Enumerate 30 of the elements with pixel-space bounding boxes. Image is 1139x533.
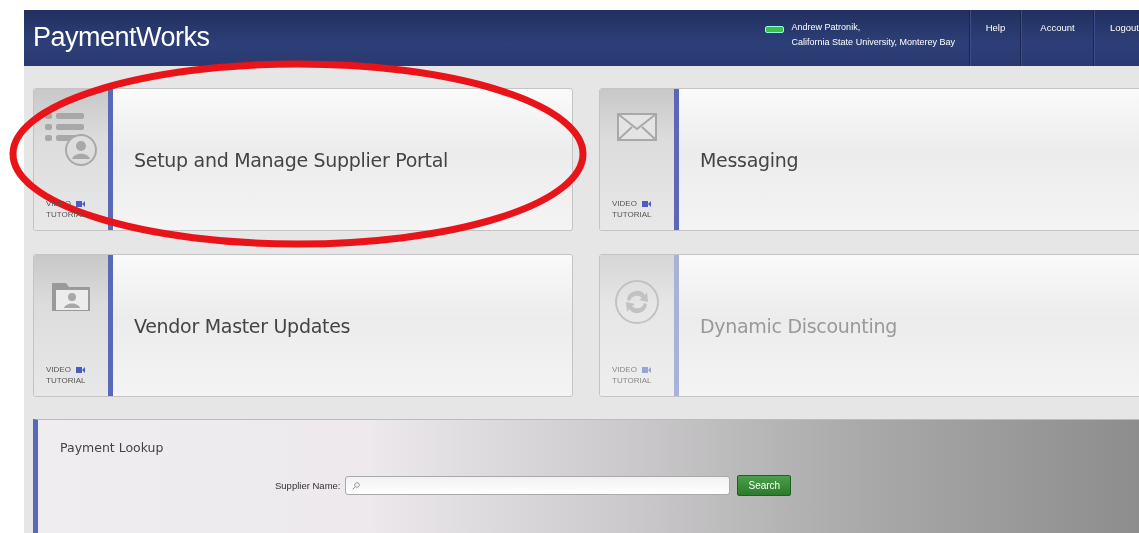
tile-title: Dynamic Discounting [700,314,897,337]
video-camera-icon [641,200,651,207]
tile-title: Vendor Master Updates [134,314,351,337]
nav-link[interactable]: Help [985,22,1006,33]
refresh-icon [614,279,660,325]
envelope-icon [617,113,657,141]
video-label: TUTORIAL [46,376,86,385]
supplier-search-field[interactable] [345,476,731,495]
panel-title: Payment Lookup [60,440,165,455]
search-button[interactable]: Search [737,475,792,496]
tile-title: Setup and Manage Supplier Portal [134,148,448,171]
user-name: Andrew Patronik, [791,22,862,32]
video-label: VIDEO [612,199,637,208]
video-camera-icon [75,366,85,373]
nav-link[interactable]: Logout [1109,22,1139,33]
field-label: Supplier Name: [275,480,341,491]
module-tile[interactable]: VIDEO TUTORIAL Messaging [599,88,1139,231]
module-tile[interactable]: VIDEO TUTORIAL Vendor Master Updates [33,254,573,397]
search-icon [352,481,361,490]
video-label: TUTORIAL [612,376,652,385]
tile-title: Messaging [700,148,799,171]
organization-name: California State University, Monterey Bay [791,37,955,47]
video-camera-icon [75,200,85,207]
nav-link[interactable]: Account [1040,22,1075,33]
video-label: TUTORIAL [612,210,652,219]
status-icon [764,26,784,33]
video-label: VIDEO [46,365,71,374]
video-label: VIDEO [612,365,637,374]
logo[interactable]: PaymentWorks [33,22,210,52]
video-camera-icon [641,366,651,373]
